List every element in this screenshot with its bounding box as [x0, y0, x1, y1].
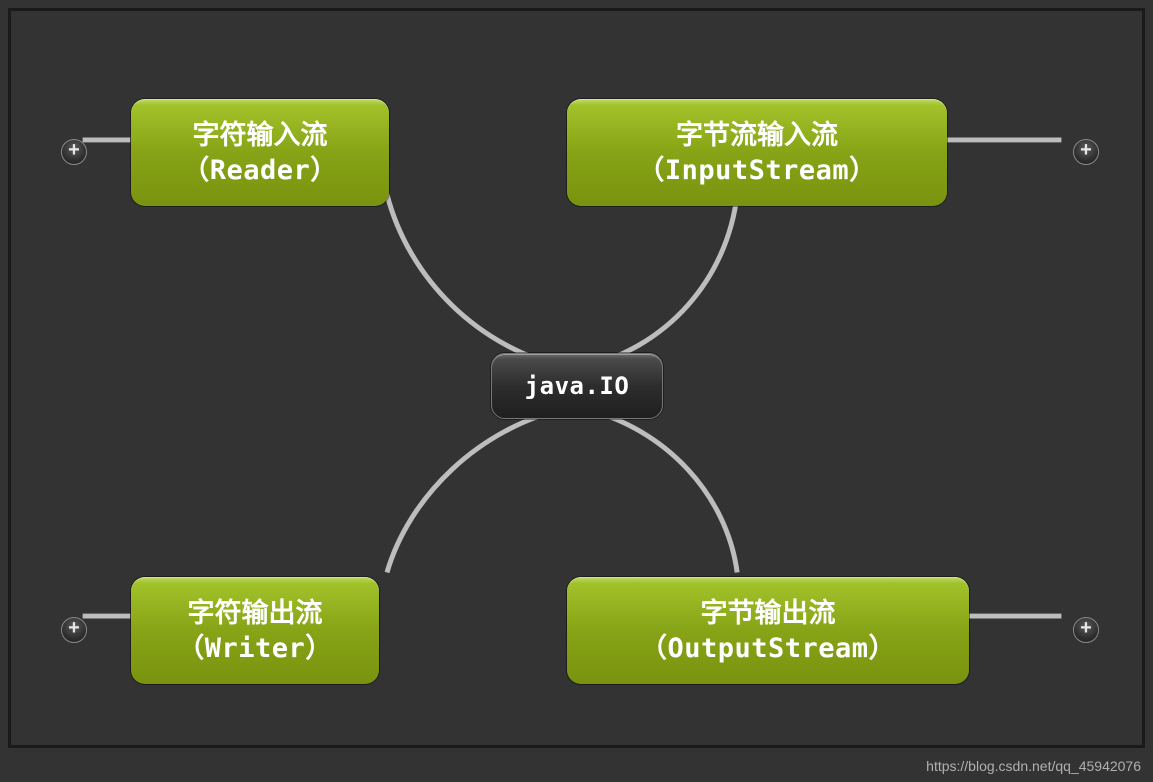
node-inputstream[interactable]: 字节流输入流 （InputStream）	[567, 99, 947, 206]
node-reader-title: 字符输入流	[159, 117, 361, 153]
expand-button-inputstream[interactable]	[1073, 139, 1099, 165]
node-writer-title: 字符输出流	[159, 595, 351, 631]
expand-button-outputstream[interactable]	[1073, 617, 1099, 643]
node-reader-subtitle: （Reader）	[159, 153, 361, 189]
node-writer-subtitle: （Writer）	[159, 631, 351, 667]
watermark-text: https://blog.csdn.net/qq_45942076	[926, 758, 1141, 774]
node-outputstream-subtitle: （OutputStream）	[595, 631, 941, 667]
node-outputstream[interactable]: 字节输出流 （OutputStream）	[567, 577, 969, 684]
node-writer[interactable]: 字符输出流 （Writer）	[131, 577, 379, 684]
expand-button-reader[interactable]	[61, 139, 87, 165]
center-node-javaio[interactable]: java.IO	[491, 353, 663, 419]
node-inputstream-title: 字节流输入流	[595, 117, 919, 153]
node-outputstream-title: 字节输出流	[595, 595, 941, 631]
node-reader[interactable]: 字符输入流 （Reader）	[131, 99, 389, 206]
node-inputstream-subtitle: （InputStream）	[595, 153, 919, 189]
diagram-frame: java.IO 字符输入流 （Reader） 字节流输入流 （InputStre…	[8, 8, 1145, 748]
expand-button-writer[interactable]	[61, 617, 87, 643]
center-node-label: java.IO	[520, 370, 634, 402]
